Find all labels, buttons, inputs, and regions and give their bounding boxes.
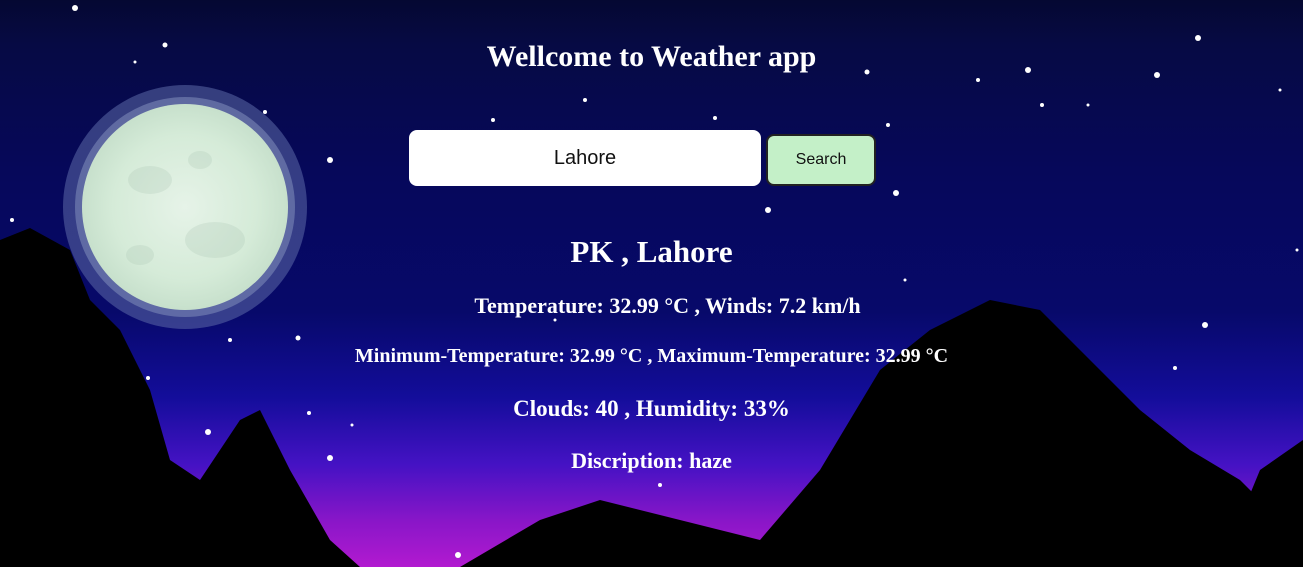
weather-app: Wellcome to Weather app Search PK , Laho…: [0, 0, 1303, 567]
page-title: Wellcome to Weather app: [486, 40, 817, 73]
min-max-temperature-text: Minimum-Temperature: 32.99 °C , Maximum-…: [354, 345, 949, 367]
clouds-humidity-text: Clouds: 40 , Humidity: 33%: [513, 396, 790, 421]
temperature-wind-text: Temperature: 32.99 °C , Winds: 7.2 km/h: [474, 293, 861, 318]
city-search-input[interactable]: [409, 130, 761, 186]
location-heading: PK , Lahore: [570, 234, 733, 269]
search-button[interactable]: Search: [766, 134, 876, 186]
search-row: Search: [409, 130, 879, 188]
description-text: Discription: haze: [571, 448, 732, 473]
